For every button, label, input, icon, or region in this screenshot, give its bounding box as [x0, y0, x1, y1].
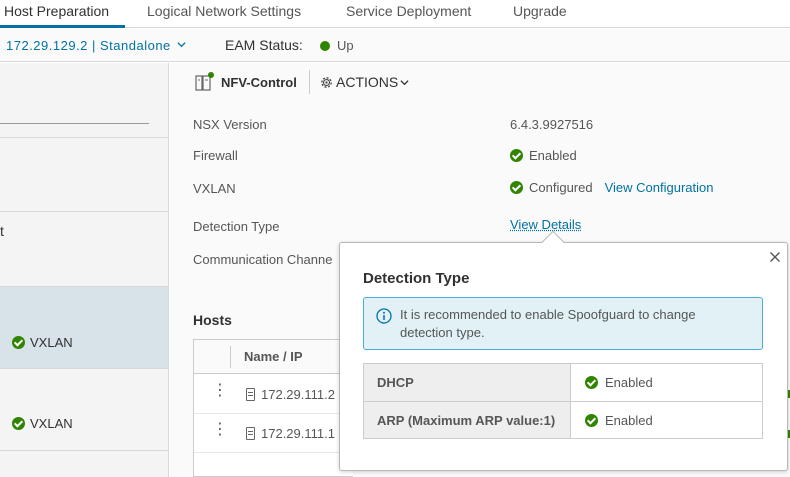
property-label-firewall: Firewall — [193, 148, 238, 163]
cluster-list-pane: t VXLAN VXLAN — [0, 63, 169, 477]
hosts-section-title: Hosts — [193, 312, 232, 328]
host-selector[interactable]: 172.29.129.2 | Standalone — [6, 38, 186, 53]
host-selector-label: 172.29.129.2 | Standalone — [6, 38, 171, 53]
tab-upgrade[interactable]: Upgrade — [513, 3, 567, 19]
host-ip-cell: 172.29.111.2 — [246, 387, 335, 402]
vxlan-status: Configured — [529, 180, 593, 195]
nsx-version-value: 6.4.3.9927516 — [510, 117, 594, 132]
list-item-selected[interactable]: VXLAN — [0, 286, 168, 368]
property-label-communication-channel: Communication Channe — [193, 252, 333, 267]
info-alert: It is recommended to enable Spoofguard t… — [363, 297, 763, 350]
property-label-vxlan: VXLAN — [193, 181, 236, 196]
filter-input-underline[interactable] — [0, 123, 149, 124]
top-tab-bar: Host Preparation Logical Network Setting… — [0, 0, 790, 28]
list-item[interactable] — [0, 450, 168, 477]
tab-host-preparation[interactable]: Host Preparation — [4, 3, 109, 19]
property-label-detection-type: Detection Type — [193, 219, 280, 234]
vxlan-status-label: VXLAN — [30, 416, 73, 431]
row-actions-icon[interactable]: ⋮ — [212, 383, 228, 399]
vxlan-status: VXLAN — [12, 335, 73, 350]
check-circle-icon — [12, 417, 25, 430]
cluster-icon — [195, 72, 214, 91]
list-item[interactable]: VXLAN — [0, 368, 168, 450]
tab-service-deployment[interactable]: Service Deployment — [346, 3, 471, 19]
check-circle-icon — [510, 181, 523, 194]
info-alert-text: It is recommended to enable Spoofguard t… — [400, 307, 696, 340]
check-circle-icon — [510, 149, 523, 162]
detection-key-arp: ARP (Maximum ARP value:1) — [377, 413, 556, 428]
info-circle-icon — [376, 308, 392, 324]
cluster-name-partial: t — [0, 223, 4, 239]
table-row[interactable]: ⋮ 172.29.111.1 — [194, 414, 354, 453]
popover-title: Detection Type — [363, 270, 470, 287]
list-item[interactable]: t — [0, 211, 168, 286]
table-row: DHCP Enabled — [364, 364, 762, 401]
eam-status-dot-icon — [320, 41, 330, 51]
actions-label: ACTIONS — [336, 74, 399, 90]
detection-value-cell: Enabled — [585, 413, 653, 428]
host-ip-label[interactable]: 172.29.111.2 — [261, 387, 335, 402]
list-item[interactable] — [0, 137, 168, 211]
table-row[interactable]: ⋮ 172.29.111.2 — [194, 375, 354, 414]
chevron-down-icon — [177, 42, 186, 48]
property-value-nsx-version: 6.4.3.9927516 — [510, 117, 593, 132]
host-server-icon — [246, 427, 255, 440]
column-header-name-ip[interactable]: Name / IP — [244, 349, 303, 364]
host-ip-label[interactable]: 172.29.111.1 — [261, 426, 335, 441]
chevron-down-icon — [400, 79, 409, 85]
host-ip-cell: 172.29.111.1 — [246, 426, 335, 441]
firewall-status: Enabled — [529, 148, 577, 163]
view-details-link[interactable]: View Details — [510, 217, 581, 232]
host-server-icon — [246, 388, 255, 401]
vxlan-status: VXLAN — [12, 416, 73, 431]
active-tab-indicator — [0, 25, 125, 28]
detection-key-cell: DHCP — [364, 364, 571, 401]
property-value-firewall: Enabled — [510, 148, 577, 163]
property-label-nsx-version: NSX Version — [193, 117, 267, 132]
check-circle-icon — [585, 414, 598, 427]
row-actions-icon[interactable]: ⋮ — [212, 422, 228, 438]
grid-header: Name / IP — [194, 340, 354, 374]
dhcp-status: Enabled — [605, 375, 653, 390]
detection-key-dhcp: DHCP — [377, 375, 414, 390]
gear-icon — [321, 76, 332, 88]
object-title: NFV-Control — [221, 75, 297, 90]
property-value-detection-type: View Details — [510, 217, 581, 232]
detection-value-cell: Enabled — [585, 375, 653, 390]
eam-status-label: EAM Status: — [225, 37, 303, 53]
check-circle-icon — [12, 336, 25, 349]
view-configuration-link[interactable]: View Configuration — [605, 180, 714, 195]
check-circle-icon — [585, 376, 598, 389]
property-value-vxlan: Configured View Configuration — [510, 180, 714, 195]
detection-key-cell: ARP (Maximum ARP value:1) — [364, 402, 571, 438]
arp-status: Enabled — [605, 413, 653, 428]
tab-logical-network-settings[interactable]: Logical Network Settings — [147, 3, 301, 19]
close-icon[interactable] — [767, 249, 783, 265]
eam-status-value: Up — [337, 38, 354, 53]
table-row: ARP (Maximum ARP value:1) Enabled — [364, 401, 762, 438]
toolbar-divider — [309, 70, 310, 94]
host-bar: 172.29.129.2 | Standalone EAM Status: Up — [0, 29, 790, 62]
hosts-grid: Name / IP ⋮ 172.29.111.2 ⋮ 172.29.111.1 — [193, 339, 354, 477]
detection-type-table: DHCP Enabled ARP (Maximum ARP value:1) E… — [363, 363, 763, 439]
vxlan-status-label: VXLAN — [30, 335, 73, 350]
column-divider — [230, 346, 231, 368]
actions-menu-button[interactable]: ACTIONS — [319, 74, 409, 90]
